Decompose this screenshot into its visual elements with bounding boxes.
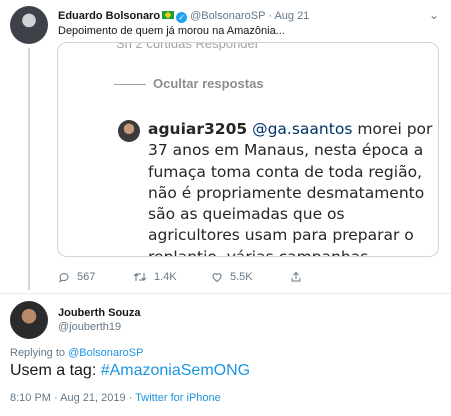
separator: ·	[268, 10, 272, 22]
hide-replies-label: Ocultar respostas	[153, 76, 264, 91]
comment-text: aguiar3205 @ga.saantos morei por 37 anos…	[148, 119, 436, 257]
author-handle[interactable]: @jouberth19	[58, 321, 121, 333]
share-button[interactable]	[290, 271, 309, 283]
replying-prefix: Replying to	[10, 347, 69, 359]
like-count: 5.5K	[230, 271, 253, 283]
reply-count: 567	[77, 271, 96, 283]
author-name[interactable]: Jouberth Souza	[58, 307, 141, 319]
avatar[interactable]	[10, 301, 48, 339]
retweet-button[interactable]: 1.4K	[133, 271, 177, 283]
tweet-header: Eduardo Bolsonaro ✓ @BolsonaroSP · Aug 21	[58, 10, 309, 23]
reply-icon	[59, 273, 69, 283]
author-handle[interactable]: @BolsonaroSP	[190, 10, 265, 22]
tweet-timestamp[interactable]: 8:10 PM · Aug 21, 2019 ·	[10, 392, 135, 404]
cut-off-comment-actions: Sn 2 curtidas Responder	[116, 42, 260, 51]
author-name[interactable]: Eduardo Bolsonaro	[58, 10, 160, 22]
heart-icon	[212, 273, 222, 283]
source-link[interactable]: Twitter for iPhone	[135, 392, 221, 404]
tweet-text: Depoimento de quem já morou na Amazônia.…	[58, 25, 285, 37]
replying-to-link[interactable]: @BolsonaroSP	[68, 347, 143, 359]
comment-mention: @ga.saantos	[252, 120, 353, 138]
brazil-flag-icon	[162, 11, 175, 19]
tweet-text: Usem a tag: #AmazoniaSemONG	[10, 362, 250, 380]
hashtag-link[interactable]: #AmazoniaSemONG	[101, 362, 250, 379]
retweet-count: 1.4K	[154, 271, 177, 283]
retweet-icon	[133, 273, 147, 281]
comment-body: morei por 37 anos em Manaus, nesta época…	[148, 120, 433, 257]
reply-button[interactable]: 567	[58, 271, 95, 283]
divider	[0, 293, 451, 294]
comment-avatar	[118, 120, 140, 142]
tweet-date[interactable]: Aug 21	[274, 10, 309, 22]
comment-username: aguiar3205	[148, 120, 248, 138]
share-icon	[291, 271, 301, 282]
embedded-screenshot[interactable]: Sn 2 curtidas Responder Ocultar resposta…	[57, 42, 439, 257]
like-button[interactable]: 5.5K	[211, 271, 253, 283]
replying-to: Replying to @BolsonaroSP	[10, 347, 143, 359]
chevron-down-icon[interactable]: ⌄	[429, 8, 439, 22]
avatar[interactable]	[10, 6, 48, 44]
thread-line	[28, 48, 30, 290]
tweet-meta: 8:10 PM · Aug 21, 2019 · Twitter for iPh…	[10, 392, 221, 404]
verified-icon: ✓	[176, 12, 188, 23]
tweet-text-prefix: Usem a tag:	[10, 362, 101, 379]
divider-line	[114, 84, 146, 85]
